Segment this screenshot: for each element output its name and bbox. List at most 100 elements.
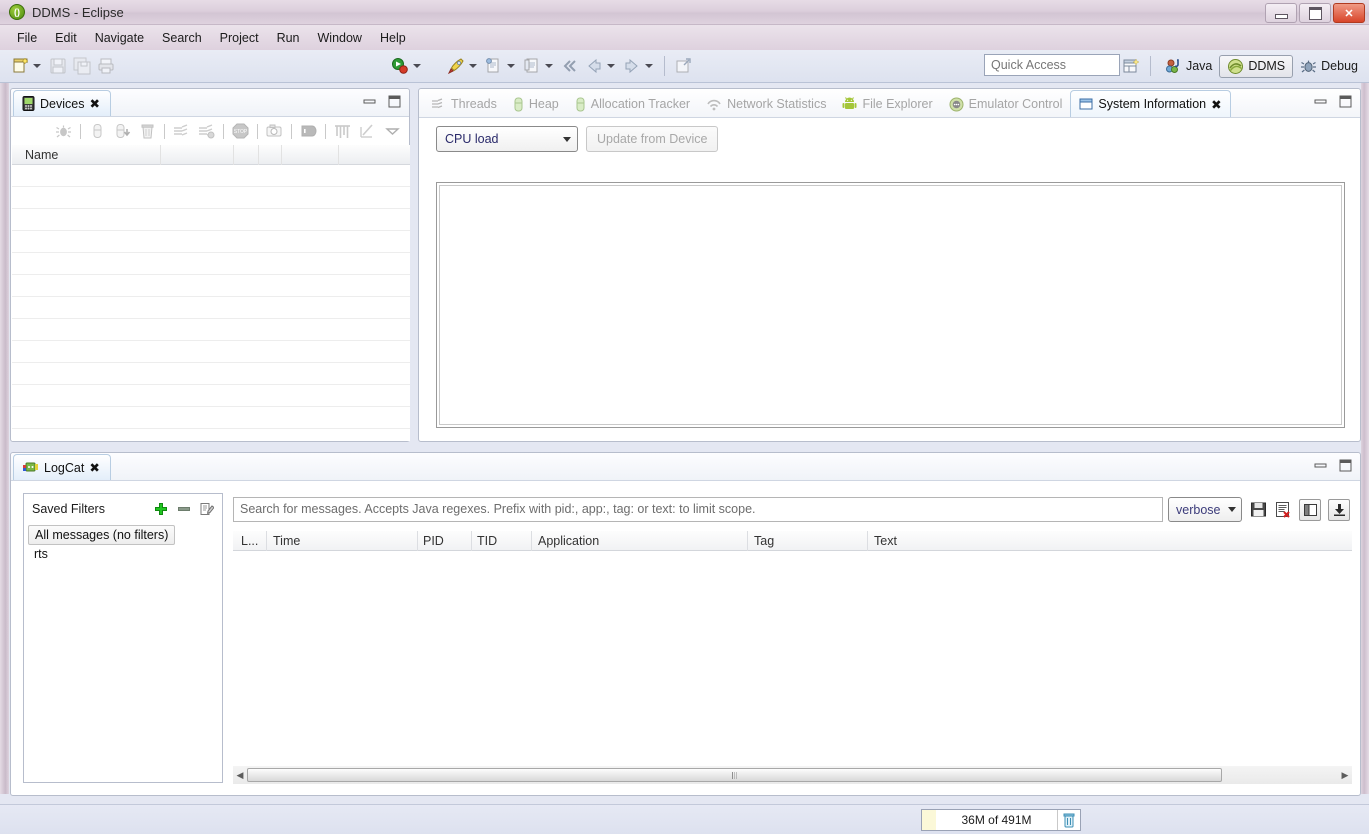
tab-heap[interactable]: Heap [505,91,567,117]
table-row[interactable] [12,297,410,319]
table-row[interactable] [12,253,410,275]
open-perspective-icon[interactable] [1121,56,1141,76]
new-wizard-dropdown-arrow[interactable] [33,64,41,68]
back-icon[interactable] [584,56,604,76]
menu-file[interactable]: File [8,28,46,48]
table-row[interactable] [12,187,410,209]
tab-network-statistics[interactable]: Network Statistics [698,91,834,117]
tab-logcat-close-icon[interactable]: ✖ [89,460,99,475]
perspective-ddms[interactable]: DDMS [1219,54,1294,78]
thread-updates-icon[interactable] [172,122,191,140]
trash-icon[interactable] [1057,810,1080,830]
perspective-java[interactable]: Java [1158,56,1219,77]
logcat-column-time[interactable]: Time [273,534,300,548]
display-view-toggle-button[interactable] [1299,498,1321,521]
run-icon[interactable] [446,56,466,76]
window-maximize-button[interactable] [1299,3,1331,23]
logcat-horizontal-scrollbar[interactable]: ◀ ▶ [233,766,1352,784]
menu-edit[interactable]: Edit [46,28,86,48]
menu-search[interactable]: Search [153,28,211,48]
capture-opengl-icon[interactable] [358,122,377,140]
stop-process-icon[interactable]: STOP [231,122,250,140]
debug-icon[interactable] [390,56,410,76]
tab-logcat[interactable]: LogCat ✖ [13,454,111,480]
devices-maximize-icon[interactable] [388,95,401,108]
logcat-search-input[interactable]: Search for messages. Accepts Java regexe… [233,497,1163,522]
sysinfo-minimize-icon[interactable] [1314,95,1327,108]
menu-run[interactable]: Run [268,28,309,48]
tab-emulator-control[interactable]: Emulator Control [941,91,1071,117]
edit-icon[interactable] [200,502,214,516]
logcat-column-tid[interactable]: TID [477,534,497,548]
open-type-icon[interactable] [673,56,693,76]
table-row[interactable] [12,363,410,385]
tab-system-information[interactable]: System Information ✖ [1070,90,1231,117]
logcat-minimize-icon[interactable] [1314,459,1327,472]
back-dropdown-arrow[interactable] [607,64,615,68]
sysinfo-maximize-icon[interactable] [1339,95,1352,108]
perspective-debug[interactable]: Debug [1293,56,1365,77]
quick-access-input[interactable]: Quick Access [984,54,1120,76]
tab-file-explorer[interactable]: File Explorer [834,91,940,117]
devices-minimize-icon[interactable] [363,95,376,108]
devices-table-body[interactable] [12,165,410,441]
new-java-package-icon[interactable] [522,56,542,76]
window-close-button[interactable]: ✕ [1333,3,1365,23]
heap-updates-icon[interactable] [88,122,107,140]
table-row[interactable] [12,429,410,441]
table-row[interactable] [12,385,410,407]
logcat-table-body[interactable] [233,551,1352,766]
table-row[interactable] [12,165,410,187]
table-row[interactable] [12,275,410,297]
scroll-right-arrow[interactable]: ▶ [1338,770,1352,781]
saved-filter-all-messages[interactable]: All messages (no filters) [28,525,176,545]
new-java-class-icon[interactable] [484,56,504,76]
tab-devices[interactable]: Devices ✖ [13,90,111,116]
systrace-icon[interactable] [333,122,352,140]
table-row[interactable] [12,231,410,253]
table-row[interactable] [12,407,410,429]
tab-threads[interactable]: Threads [423,91,505,117]
forward-icon[interactable] [622,56,642,76]
table-row[interactable] [12,341,410,363]
back-history-icon[interactable] [560,56,580,76]
logcat-maximize-icon[interactable] [1339,459,1352,472]
chart-type-select[interactable]: CPU load [436,126,578,152]
log-level-select[interactable]: verbose [1168,497,1242,522]
logcat-column-pid[interactable]: PID [423,534,444,548]
run-dropdown-arrow[interactable] [469,64,477,68]
table-row[interactable] [12,209,410,231]
save-log-icon[interactable] [1249,501,1267,519]
new-wizard-icon[interactable] [10,56,30,76]
new-java-class-dropdown-arrow[interactable] [507,64,515,68]
screen-capture-icon[interactable] [265,122,284,140]
heap-status-widget[interactable]: 36M of 491M [921,809,1081,831]
cause-gc-icon[interactable] [138,122,157,140]
plus-icon[interactable] [154,502,168,516]
logcat-column-text[interactable]: Text [874,534,897,548]
devices-column-name[interactable]: Name [25,148,58,162]
logcat-column-tag[interactable]: Tag [754,534,774,548]
clear-log-icon[interactable] [1274,501,1292,519]
forward-dropdown-arrow[interactable] [645,64,653,68]
menu-navigate[interactable]: Navigate [86,28,153,48]
table-row[interactable] [12,319,410,341]
tab-devices-close-icon[interactable]: ✖ [89,96,99,111]
logcat-column-level[interactable]: L... [241,534,258,548]
dump-view-hierarchy-icon[interactable] [299,122,318,140]
window-minimize-button[interactable] [1265,3,1297,23]
logcat-column-application[interactable]: Application [538,534,599,548]
scroll-lock-button[interactable] [1328,498,1350,521]
method-profiling-icon[interactable] [197,122,216,140]
debug-process-icon[interactable] [54,122,73,140]
minus-icon[interactable] [177,502,191,516]
scroll-thumb[interactable] [247,768,1222,782]
debug-dropdown-arrow[interactable] [413,64,421,68]
menu-project[interactable]: Project [211,28,268,48]
dump-hprof-icon[interactable] [113,122,132,140]
update-from-device-button[interactable]: Update from Device [586,126,719,152]
view-menu-icon[interactable] [383,122,402,140]
scroll-left-arrow[interactable]: ◀ [233,770,247,781]
menu-help[interactable]: Help [371,28,415,48]
scroll-track[interactable] [247,768,1338,782]
